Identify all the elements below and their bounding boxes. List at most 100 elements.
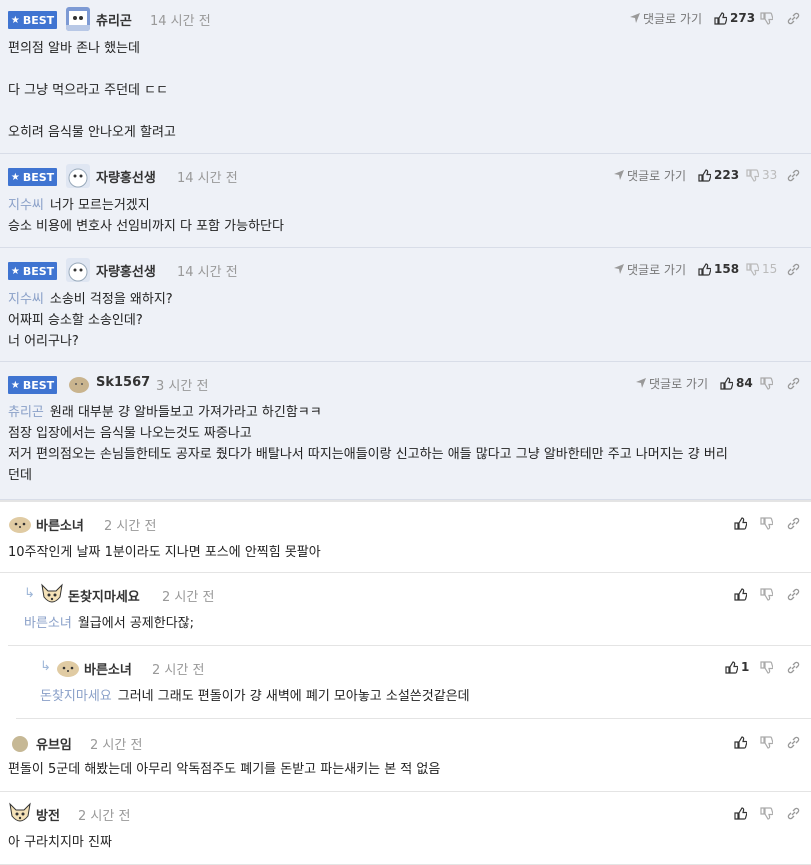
avatar[interactable] bbox=[66, 164, 90, 188]
thumbs-up-icon bbox=[698, 168, 711, 182]
send-icon bbox=[614, 170, 624, 180]
link-icon bbox=[787, 736, 800, 748]
nickname[interactable]: 유브임 bbox=[36, 734, 72, 753]
reply-comment: ↳ 바른소녀 2 시간 전 1 돈찾지마세요 그러네 그래도 편돌이가 걍 새벽에… bbox=[16, 646, 811, 719]
star-icon: ★ bbox=[10, 14, 20, 26]
avatar[interactable] bbox=[40, 583, 64, 607]
avatar[interactable] bbox=[8, 514, 32, 534]
link-button[interactable] bbox=[787, 585, 800, 603]
reply-target[interactable]: 츄리곤 bbox=[8, 405, 44, 420]
link-button[interactable] bbox=[787, 260, 800, 278]
like-button[interactable]: 84 bbox=[720, 374, 753, 392]
dislike-button[interactable] bbox=[760, 9, 773, 27]
thumbs-down-icon bbox=[760, 660, 773, 674]
dislike-button[interactable] bbox=[760, 514, 773, 532]
timestamp: 2 시간 전 bbox=[104, 519, 157, 534]
thumbs-up-icon bbox=[698, 262, 711, 276]
avatar[interactable] bbox=[11, 735, 29, 753]
like-button[interactable]: 1 bbox=[725, 658, 749, 676]
link-button[interactable] bbox=[787, 9, 800, 27]
thumbs-down-icon bbox=[760, 376, 773, 390]
link-icon bbox=[787, 517, 800, 529]
thumbs-down-icon bbox=[760, 735, 773, 749]
go-to-reply-button[interactable]: 댓글로 가기 bbox=[636, 374, 708, 392]
like-button[interactable]: 158 bbox=[698, 260, 739, 278]
dislike-button[interactable] bbox=[760, 585, 773, 603]
best-badge: ★ BEST bbox=[8, 376, 57, 394]
comment-best: ★ BEST Sk1567 3 시간 전 댓글로 가기 84 츄리곤 원래 대부분 … bbox=[0, 362, 811, 500]
send-icon bbox=[614, 264, 624, 274]
timestamp: 2 시간 전 bbox=[90, 738, 143, 753]
like-button[interactable]: 273 bbox=[714, 9, 755, 27]
timestamp: 14 시간 전 bbox=[177, 265, 238, 280]
thumbs-up-icon bbox=[734, 735, 747, 749]
comment-body: 10주작인게 날짜 1분이라도 지나면 포스에 안찍힘 못팔아 bbox=[8, 545, 321, 560]
avatar[interactable] bbox=[68, 374, 90, 394]
dislike-button[interactable]: 15 bbox=[746, 260, 777, 278]
nickname[interactable]: 자량홍선생 bbox=[96, 167, 156, 186]
comment-best: ★ BEST 자량홍선생 14 시간 전 댓글로 가기 223 33 지수씨 너… bbox=[0, 154, 811, 248]
nickname[interactable]: 돈찾지마세요 bbox=[68, 586, 140, 605]
thumbs-down-icon bbox=[746, 168, 759, 182]
comment-best: ★ BEST 츄리곤 14 시간 전 댓글로 가기 273 편의점 알바 존나 했… bbox=[0, 0, 811, 154]
link-button[interactable] bbox=[787, 733, 800, 751]
avatar[interactable] bbox=[8, 802, 32, 826]
like-button[interactable] bbox=[734, 585, 747, 603]
comment-body: 돈찾지마세요 그러네 그래도 편돌이가 걍 새벽에 폐기 모아놓고 소설쓴것같은데 bbox=[40, 689, 470, 704]
reply-target[interactable]: 바른소녀 bbox=[24, 616, 72, 631]
thumbs-down-icon bbox=[746, 262, 759, 276]
thumbs-down-icon bbox=[760, 806, 773, 820]
like-button[interactable] bbox=[734, 804, 747, 822]
go-to-reply-button[interactable]: 댓글로 가기 bbox=[630, 9, 702, 27]
link-icon bbox=[787, 169, 800, 181]
link-icon bbox=[787, 661, 800, 673]
link-button[interactable] bbox=[787, 374, 800, 392]
nickname[interactable]: Sk1567 bbox=[96, 375, 150, 390]
reply-target[interactable]: 돈찾지마세요 bbox=[40, 689, 112, 704]
link-button[interactable] bbox=[787, 514, 800, 532]
link-button[interactable] bbox=[787, 166, 800, 184]
best-badge: ★ BEST bbox=[8, 11, 57, 29]
nickname[interactable]: 츄리곤 bbox=[96, 10, 132, 29]
comment-body: 바른소녀 월급에서 공제한다잖; bbox=[24, 616, 194, 631]
nickname[interactable]: 방전 bbox=[36, 805, 60, 824]
thumbs-down-icon bbox=[760, 11, 773, 25]
comment-body: 아 구라치지마 진짜 bbox=[8, 835, 112, 850]
go-to-reply-button[interactable]: 댓글로 가기 bbox=[614, 260, 686, 278]
link-icon bbox=[787, 263, 800, 275]
go-to-reply-button[interactable]: 댓글로 가기 bbox=[614, 166, 686, 184]
like-button[interactable] bbox=[734, 514, 747, 532]
dislike-button[interactable] bbox=[760, 804, 773, 822]
like-button[interactable] bbox=[734, 733, 747, 751]
reply-target[interactable]: 지수씨 bbox=[8, 292, 44, 307]
comment-best: ★ BEST 자량홍선생 14 시간 전 댓글로 가기 158 15 지수씨 소… bbox=[0, 248, 811, 362]
reply-comment: ↳ 돈찾지마세요 2 시간 전 바른소녀 월급에서 공제한다잖; bbox=[8, 573, 811, 646]
thumbs-up-icon bbox=[714, 11, 727, 25]
reply-arrow-icon: ↳ bbox=[40, 659, 51, 674]
thumbs-up-icon bbox=[734, 806, 747, 820]
dislike-button[interactable] bbox=[760, 733, 773, 751]
link-button[interactable] bbox=[787, 658, 800, 676]
avatar[interactable] bbox=[56, 658, 80, 678]
like-button[interactable]: 223 bbox=[698, 166, 739, 184]
comment-body: 편의점 알바 존나 했는데 다 그냥 먹으라고 주던데 ㄷㄷ 오히려 음식물 안… bbox=[8, 41, 176, 140]
link-icon bbox=[787, 12, 800, 24]
link-button[interactable] bbox=[787, 804, 800, 822]
reply-target[interactable]: 지수씨 bbox=[8, 198, 44, 213]
comment-body: 지수씨 너가 모르는거겠지 승소 비용에 변호사 선임비까지 다 포함 가능하단다 bbox=[8, 198, 284, 234]
nickname[interactable]: 바른소녀 bbox=[84, 659, 132, 678]
send-icon bbox=[630, 13, 640, 23]
best-badge: ★ BEST bbox=[8, 262, 57, 280]
avatar[interactable] bbox=[66, 258, 90, 282]
comment: 유브임 2 시간 전 편돌이 5군데 해봤는데 아무리 악독점주도 폐기를 돈받… bbox=[0, 719, 811, 792]
comment-body: 편돌이 5군데 해봤는데 아무리 악독점주도 폐기를 돈받고 파는새키는 본 적… bbox=[8, 762, 441, 777]
nickname[interactable]: 바른소녀 bbox=[36, 515, 84, 534]
thumbs-up-icon bbox=[734, 587, 747, 601]
avatar[interactable] bbox=[66, 7, 90, 31]
nickname[interactable]: 자량홍선생 bbox=[96, 261, 156, 280]
comment: 방전 2 시간 전 아 구라치지마 진짜 bbox=[0, 792, 811, 865]
dislike-button[interactable] bbox=[760, 658, 773, 676]
dislike-button[interactable]: 33 bbox=[746, 166, 777, 184]
thumbs-down-icon bbox=[760, 516, 773, 530]
dislike-button[interactable] bbox=[760, 374, 773, 392]
